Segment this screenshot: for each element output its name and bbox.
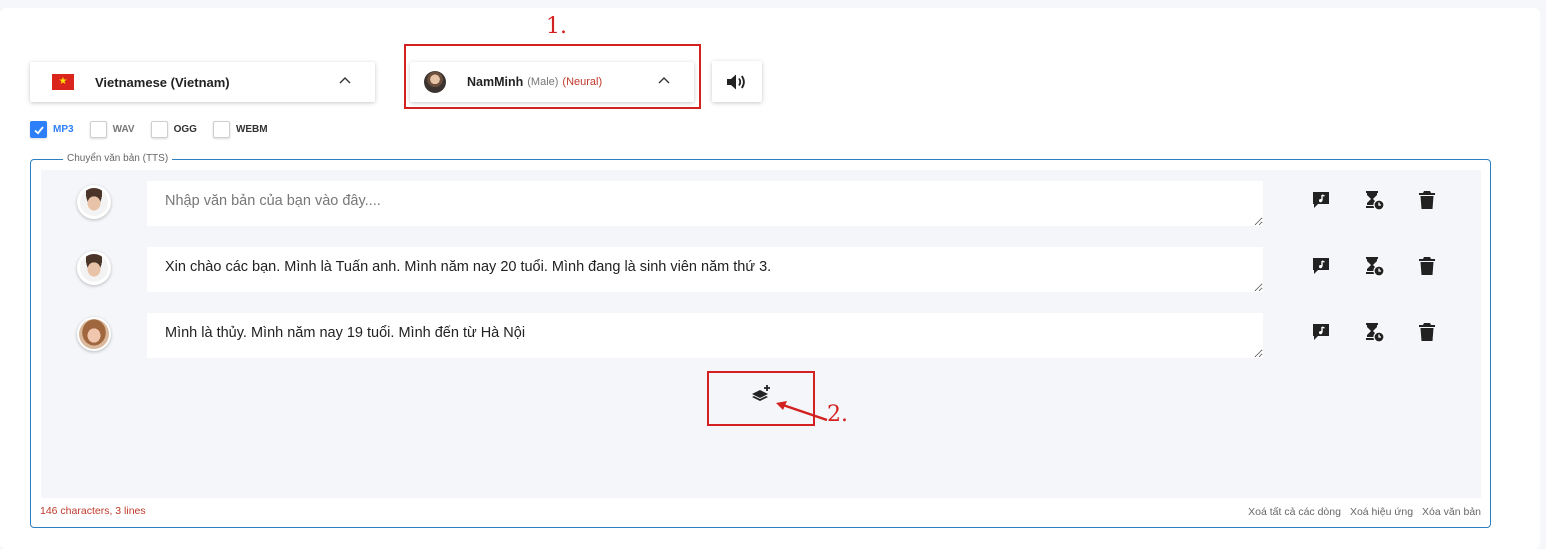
voice-note-button[interactable] xyxy=(1310,189,1332,211)
check-icon xyxy=(33,125,44,135)
speaker-icon xyxy=(727,74,745,89)
format-mp3-checkbox[interactable] xyxy=(30,121,47,138)
format-ogg[interactable]: OGG xyxy=(150,121,197,138)
annotation-arrow xyxy=(776,401,828,422)
tts-legend: Chuyển văn bản (TTS) xyxy=(63,153,173,164)
preview-voice-button[interactable] xyxy=(712,61,762,102)
format-ogg-checkbox[interactable] xyxy=(150,121,168,138)
footer-actions: Xoá tất cả các dòng Xoá hiệu ứng Xóa văn… xyxy=(1239,506,1481,518)
speech-music-icon xyxy=(1313,192,1329,208)
annotation-box-voice xyxy=(404,44,701,109)
format-ogg-label: OGG xyxy=(173,124,197,135)
language-select[interactable]: ★ Vietnamese (Vietnam) xyxy=(30,62,375,102)
speaker-avatar[interactable] xyxy=(77,185,111,219)
format-webm-label: WEBM xyxy=(235,124,268,135)
tts-row xyxy=(41,181,1481,227)
chevron-up-icon xyxy=(339,77,351,84)
annotation-label-1: 1. xyxy=(546,14,567,39)
annotation-label-2: 2. xyxy=(827,402,848,427)
delete-row-button[interactable] xyxy=(1416,255,1438,277)
tts-text-input[interactable] xyxy=(147,181,1263,226)
character-count: 146 characters, 3 lines xyxy=(40,505,146,517)
pause-timer-button[interactable] xyxy=(1363,255,1385,277)
tts-text-input[interactable]: Xin chào các bạn. Mình là Tuấn anh. Mình… xyxy=(147,247,1263,292)
clear-effects-link[interactable]: Xoá hiệu ứng xyxy=(1350,506,1413,518)
hourglass-clock-icon xyxy=(1366,191,1385,211)
format-wav-checkbox[interactable] xyxy=(89,121,107,138)
trash-icon xyxy=(1419,257,1435,275)
hourglass-clock-icon xyxy=(1366,257,1385,277)
speaker-avatar[interactable] xyxy=(77,317,111,351)
pause-timer-button[interactable] xyxy=(1363,321,1385,343)
trash-icon xyxy=(1419,191,1435,209)
tts-row: Xin chào các bạn. Mình là Tuấn anh. Mình… xyxy=(41,247,1481,293)
format-webm[interactable]: WEBM xyxy=(212,121,268,138)
clear-all-rows-link[interactable]: Xoá tất cả các dòng xyxy=(1248,506,1341,518)
trash-icon xyxy=(1419,323,1435,341)
language-label: Vietnamese (Vietnam) xyxy=(95,74,230,90)
clear-text-link[interactable]: Xóa văn bản xyxy=(1422,506,1481,518)
tts-rows-container: Xin chào các bạn. Mình là Tuấn anh. Mình… xyxy=(41,170,1481,498)
format-webm-checkbox[interactable] xyxy=(212,121,230,138)
vietnam-flag-icon: ★ xyxy=(52,74,74,90)
speaker-avatar[interactable] xyxy=(77,251,111,285)
pause-timer-button[interactable] xyxy=(1363,189,1385,211)
format-wav-label: WAV xyxy=(112,124,135,135)
format-options: MP3 WAV OGG WEBM xyxy=(30,121,284,138)
tts-panel: Chuyển văn bản (TTS) Xin chào các bạn. M… xyxy=(30,153,1491,528)
format-mp3-label: MP3 xyxy=(53,124,74,135)
speech-music-icon xyxy=(1313,258,1329,274)
voice-note-button[interactable] xyxy=(1310,321,1332,343)
format-wav[interactable]: WAV xyxy=(89,121,135,138)
tts-row: Mình là thủy. Mình năm nay 19 tuổi. Mình… xyxy=(41,313,1481,359)
speech-music-icon xyxy=(1313,324,1329,340)
delete-row-button[interactable] xyxy=(1416,321,1438,343)
voice-note-button[interactable] xyxy=(1310,255,1332,277)
delete-row-button[interactable] xyxy=(1416,189,1438,211)
format-mp3[interactable]: MP3 xyxy=(30,121,74,138)
tts-text-input[interactable]: Mình là thủy. Mình năm nay 19 tuổi. Mình… xyxy=(147,313,1263,358)
hourglass-clock-icon xyxy=(1366,323,1385,343)
